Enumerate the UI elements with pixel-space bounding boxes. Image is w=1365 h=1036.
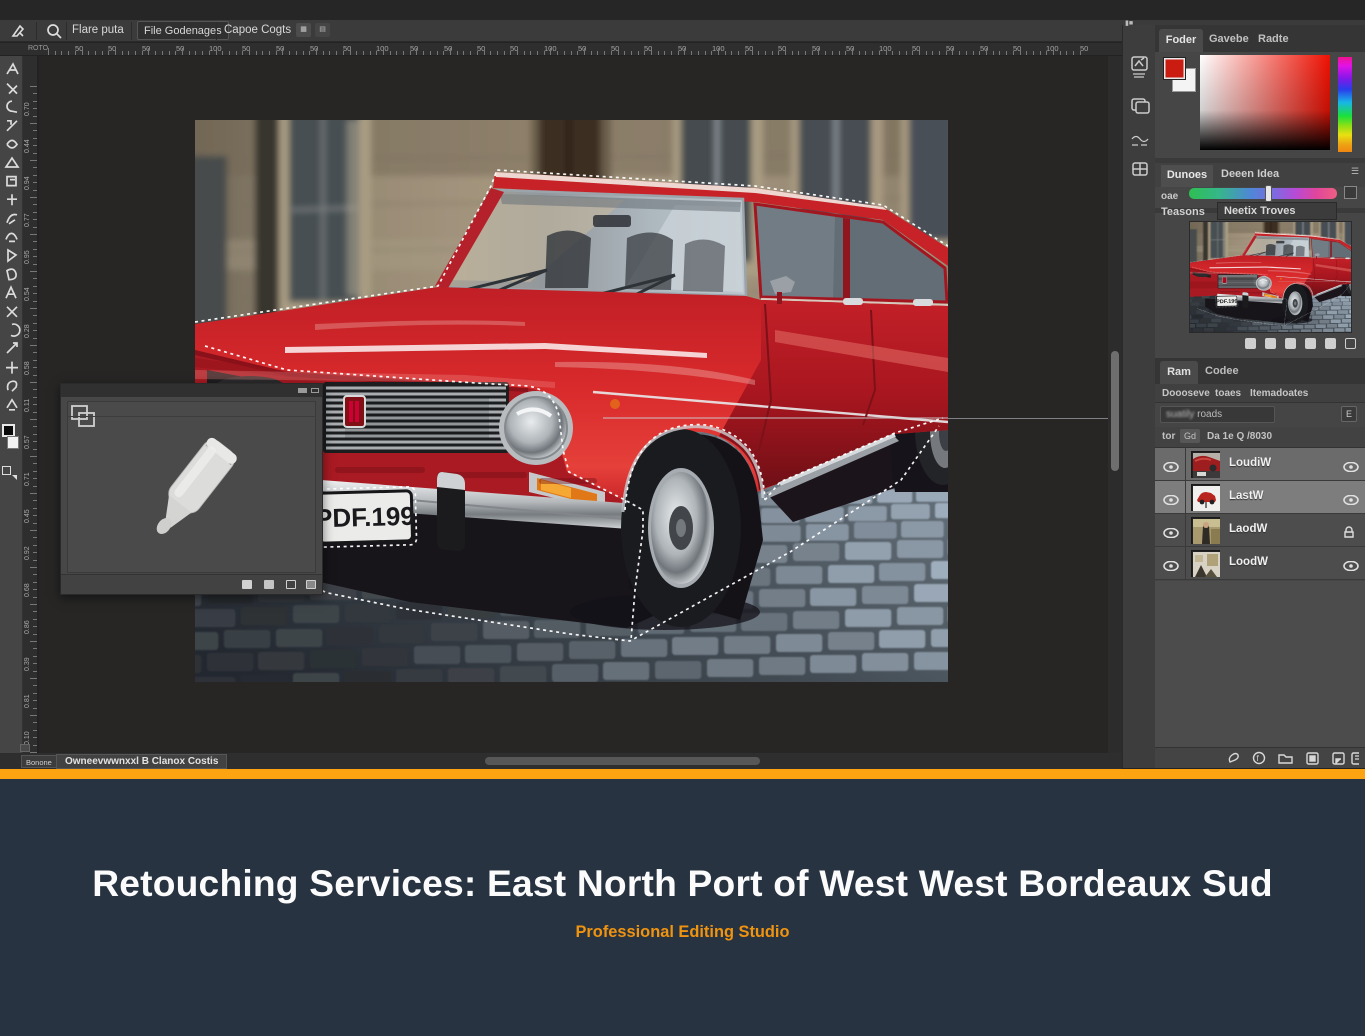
svg-text:f: f [1257, 754, 1260, 763]
svg-text:PDF.199: PDF.199 [315, 501, 415, 534]
